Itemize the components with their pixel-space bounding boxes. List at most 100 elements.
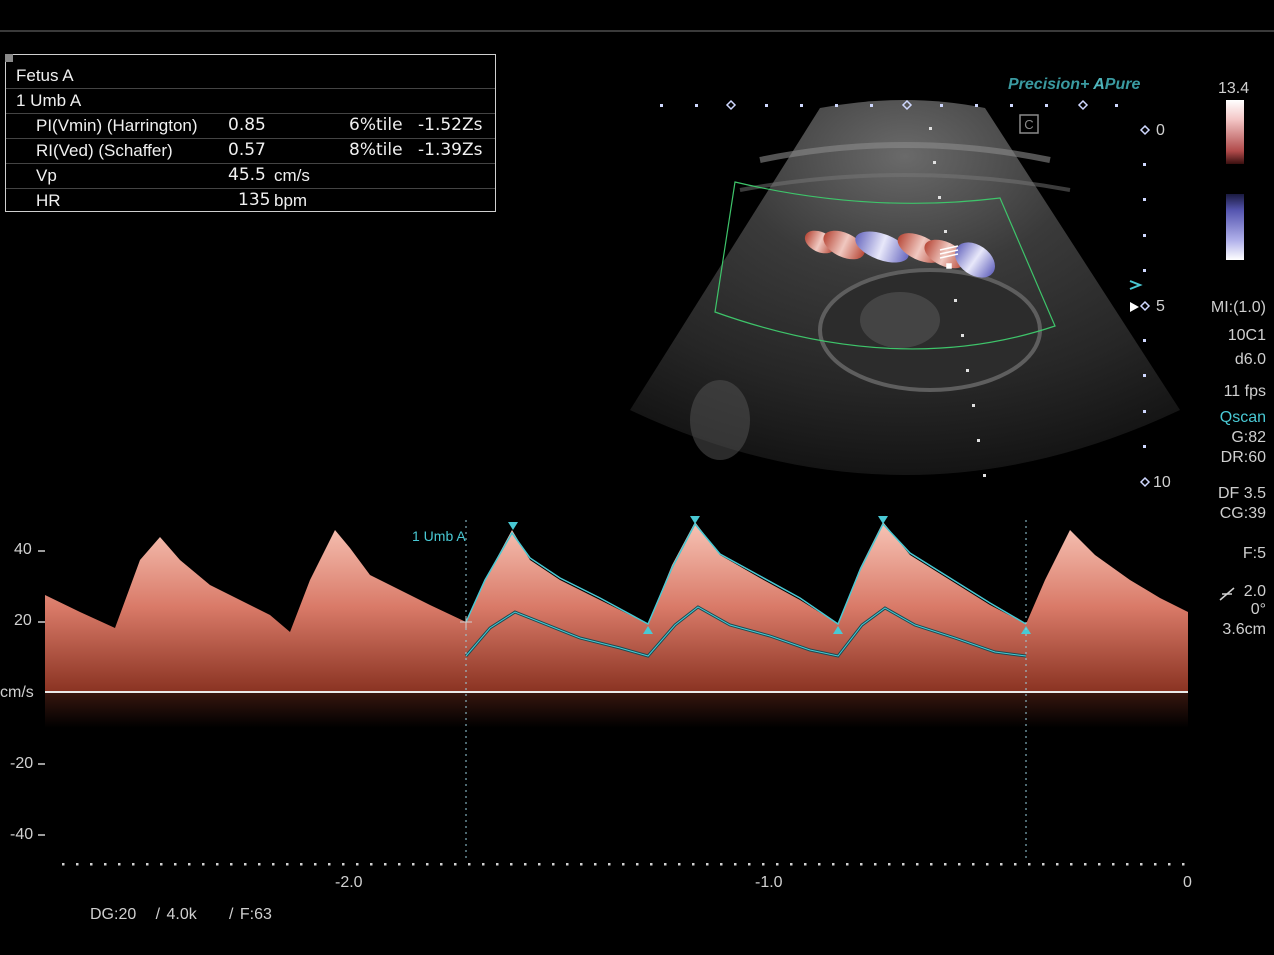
time-axis-dot bbox=[244, 863, 247, 866]
time-axis-dot bbox=[440, 863, 443, 866]
doppler-reverse-noise bbox=[45, 693, 1188, 728]
time-axis-dot bbox=[580, 863, 583, 866]
x-tick-neg2: -2.0 bbox=[335, 874, 363, 891]
y-tick-neg40: -40 bbox=[10, 826, 34, 843]
time-axis-dot bbox=[398, 863, 401, 866]
time-axis-dot bbox=[776, 863, 779, 866]
time-axis-dot bbox=[384, 863, 387, 866]
time-axis-dot bbox=[146, 863, 149, 866]
time-axis-dot bbox=[734, 863, 737, 866]
y-tick-40: 40 bbox=[14, 541, 32, 558]
time-axis-dot bbox=[104, 863, 107, 866]
doppler-settings-footer: DG:20 / 4.0k / F:63 bbox=[90, 906, 272, 924]
fetal-structure bbox=[690, 380, 750, 460]
time-axis-dot bbox=[482, 863, 485, 866]
time-axis-dot bbox=[118, 863, 121, 866]
time-axis-dot bbox=[496, 863, 499, 866]
time-axis-dot bbox=[1042, 863, 1045, 866]
time-axis-dot bbox=[1084, 863, 1087, 866]
time-axis-dot bbox=[90, 863, 93, 866]
time-axis-dot bbox=[230, 863, 233, 866]
y-tick-neg20: -20 bbox=[10, 755, 34, 772]
time-axis-dot bbox=[426, 863, 429, 866]
time-axis-dot bbox=[608, 863, 611, 866]
time-axis-dot bbox=[650, 863, 653, 866]
time-axis-dot bbox=[258, 863, 261, 866]
time-axis-dot bbox=[902, 863, 905, 866]
time-axis-dot bbox=[860, 863, 863, 866]
time-axis-dot bbox=[1140, 863, 1143, 866]
time-axis-dot bbox=[804, 863, 807, 866]
fetal-structure bbox=[860, 292, 940, 348]
time-axis-dot bbox=[314, 863, 317, 866]
y-axis-unit: cm/s bbox=[0, 684, 34, 701]
time-axis-dot bbox=[174, 863, 177, 866]
time-axis-dot bbox=[342, 863, 345, 866]
time-axis-dot bbox=[1070, 863, 1073, 866]
dg-readout: DG:20 bbox=[90, 906, 137, 923]
time-axis-dot bbox=[818, 863, 821, 866]
time-axis-dot bbox=[1182, 863, 1185, 866]
time-axis-dot bbox=[1126, 863, 1129, 866]
time-axis-dot bbox=[748, 863, 751, 866]
time-axis-dots bbox=[62, 863, 1185, 866]
depth-scale-diamond bbox=[1139, 124, 1151, 488]
time-axis-dot bbox=[636, 863, 639, 866]
time-axis-dot bbox=[328, 863, 331, 866]
time-axis-dot bbox=[1014, 863, 1017, 866]
focus-marker-icon bbox=[1129, 280, 1143, 290]
y-tick-20: 20 bbox=[14, 612, 32, 629]
prf-readout: / 4.0k bbox=[155, 906, 197, 923]
time-axis-dot bbox=[566, 863, 569, 866]
time-axis-dot bbox=[300, 863, 303, 866]
time-axis-dot bbox=[272, 863, 275, 866]
time-axis-dot bbox=[188, 863, 191, 866]
time-axis-dot bbox=[692, 863, 695, 866]
time-axis-dot bbox=[986, 863, 989, 866]
time-axis-dot bbox=[1168, 863, 1171, 866]
svg-text:C: C bbox=[1024, 117, 1033, 132]
time-axis-dot bbox=[370, 863, 373, 866]
time-axis-dot bbox=[664, 863, 667, 866]
time-axis-dot bbox=[356, 863, 359, 866]
x-tick-neg1: -1.0 bbox=[755, 874, 783, 891]
time-axis-dot bbox=[846, 863, 849, 866]
time-axis-dot bbox=[1056, 863, 1059, 866]
depth-pointer-icon bbox=[1130, 302, 1139, 312]
time-axis-dot bbox=[972, 863, 975, 866]
time-axis-dot bbox=[622, 863, 625, 866]
time-axis-dot bbox=[930, 863, 933, 866]
time-axis-dot bbox=[510, 863, 513, 866]
time-axis-dot bbox=[916, 863, 919, 866]
time-axis-dot bbox=[468, 863, 471, 866]
time-axis-dot bbox=[790, 863, 793, 866]
time-axis-dot bbox=[706, 863, 709, 866]
time-axis-dot bbox=[1098, 863, 1101, 866]
time-axis-dot bbox=[678, 863, 681, 866]
time-axis-dot bbox=[832, 863, 835, 866]
time-axis-dot bbox=[62, 863, 65, 866]
x-tick-0: 0 bbox=[1183, 874, 1192, 891]
time-axis-dot bbox=[454, 863, 457, 866]
time-axis-dot bbox=[944, 863, 947, 866]
time-axis-dot bbox=[888, 863, 891, 866]
y-axis-ticks bbox=[38, 550, 45, 836]
time-axis-dot bbox=[76, 863, 79, 866]
ultrasound-canvas: C bbox=[38, 99, 1235, 866]
time-axis-dot bbox=[720, 863, 723, 866]
time-axis-dot bbox=[1000, 863, 1003, 866]
time-axis-dot bbox=[1112, 863, 1115, 866]
time-axis-dot bbox=[594, 863, 597, 866]
time-axis-dot bbox=[552, 863, 555, 866]
time-axis-dot bbox=[524, 863, 527, 866]
time-axis-dot bbox=[958, 863, 961, 866]
time-axis-dot bbox=[762, 863, 765, 866]
time-axis-dot bbox=[1154, 863, 1157, 866]
time-axis-dot bbox=[286, 863, 289, 866]
angle-correct-icon bbox=[1219, 587, 1235, 601]
time-axis-dot bbox=[874, 863, 877, 866]
time-axis-dot bbox=[160, 863, 163, 866]
doppler-trace-label: 1 Umb A bbox=[412, 528, 466, 544]
time-axis-dot bbox=[132, 863, 135, 866]
time-axis-dot bbox=[216, 863, 219, 866]
